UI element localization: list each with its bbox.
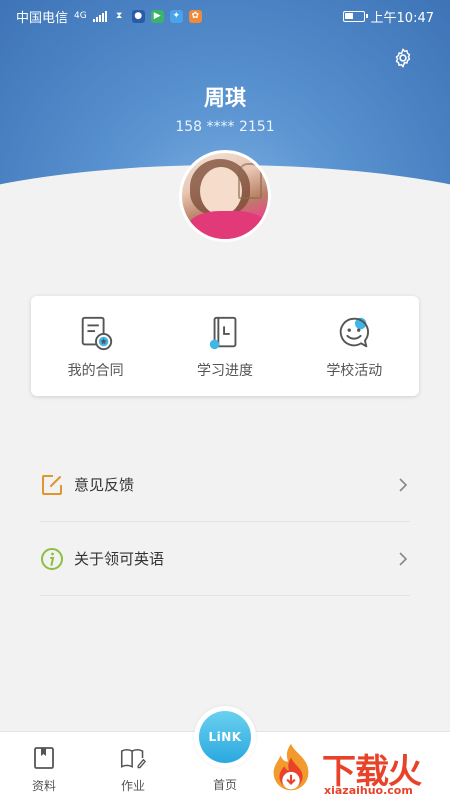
study-progress-icon (209, 316, 237, 350)
link-home-button[interactable]: LiNK (194, 706, 256, 768)
feedback-item[interactable]: 意见反馈 (40, 448, 410, 522)
chevron-right-icon (399, 551, 408, 566)
signal-icon (92, 10, 107, 22)
gear-icon[interactable] (392, 47, 414, 69)
study-progress-label: 学习进度 (196, 363, 253, 379)
fox-app-icon: ✿ (188, 9, 202, 23)
my-contract-label: 我的合同 (67, 363, 124, 379)
avatar-shirt (188, 211, 268, 239)
carrier-label: 中国电信 (16, 10, 69, 26)
clock-label: 上午10:47 (370, 10, 434, 26)
avatar-background-cage (238, 163, 262, 199)
nav-materials[interactable]: 资料 (14, 732, 74, 800)
about-item[interactable]: 关于领可英语 (40, 522, 410, 596)
watermark-url: xiazaihuo.com (324, 784, 413, 797)
status-bar: 中国电信 4G ⧗ ● ▶ ✦ ✿ 上午10:47 (0, 0, 450, 32)
info-icon (41, 547, 63, 570)
avatar-face (200, 167, 242, 215)
about-label: 关于领可英语 (74, 550, 165, 568)
profile-name: 周琪 (204, 86, 246, 110)
settings-list: 意见反馈 关于领可英语 (40, 448, 410, 596)
homework-book-icon (120, 748, 146, 769)
profile-phone: 158 **** 2151 (175, 119, 275, 135)
feedback-label: 意见反馈 (74, 476, 135, 494)
feedback-edit-icon (42, 474, 62, 495)
school-activity-button[interactable]: 学校活动 (290, 296, 419, 396)
materials-book-icon (34, 747, 54, 769)
my-contract-button[interactable]: 我的合同 (31, 296, 160, 396)
quick-actions-card: 我的合同 学习进度 学校活动 (31, 296, 419, 396)
nav-home-label: 首页 (212, 778, 237, 792)
play-app-icon: ▶ (150, 9, 164, 23)
school-activity-label: 学校活动 (326, 363, 383, 379)
contract-icon (81, 316, 112, 351)
shield-app-icon: ● (131, 9, 145, 23)
study-progress-button[interactable]: 学习进度 (160, 296, 289, 396)
nav-homework[interactable]: 作业 (103, 732, 163, 800)
hourglass-icon: ⧗ (116, 10, 123, 21)
fire-logo-icon (273, 743, 309, 791)
avatar[interactable] (179, 150, 271, 242)
watermark: 下载火 xiazaihuo.com (262, 740, 450, 800)
battery-icon (342, 10, 368, 22)
chevron-right-icon (399, 477, 408, 492)
link-logo: LiNK (199, 711, 251, 763)
nav-materials-label: 资料 (31, 779, 56, 793)
nav-home[interactable]: LiNK 首页 (194, 706, 256, 800)
school-activity-icon (340, 317, 370, 348)
bird-app-icon: ✦ (169, 9, 183, 23)
network-label: 4G (74, 11, 87, 21)
nav-homework-label: 作业 (120, 779, 145, 793)
